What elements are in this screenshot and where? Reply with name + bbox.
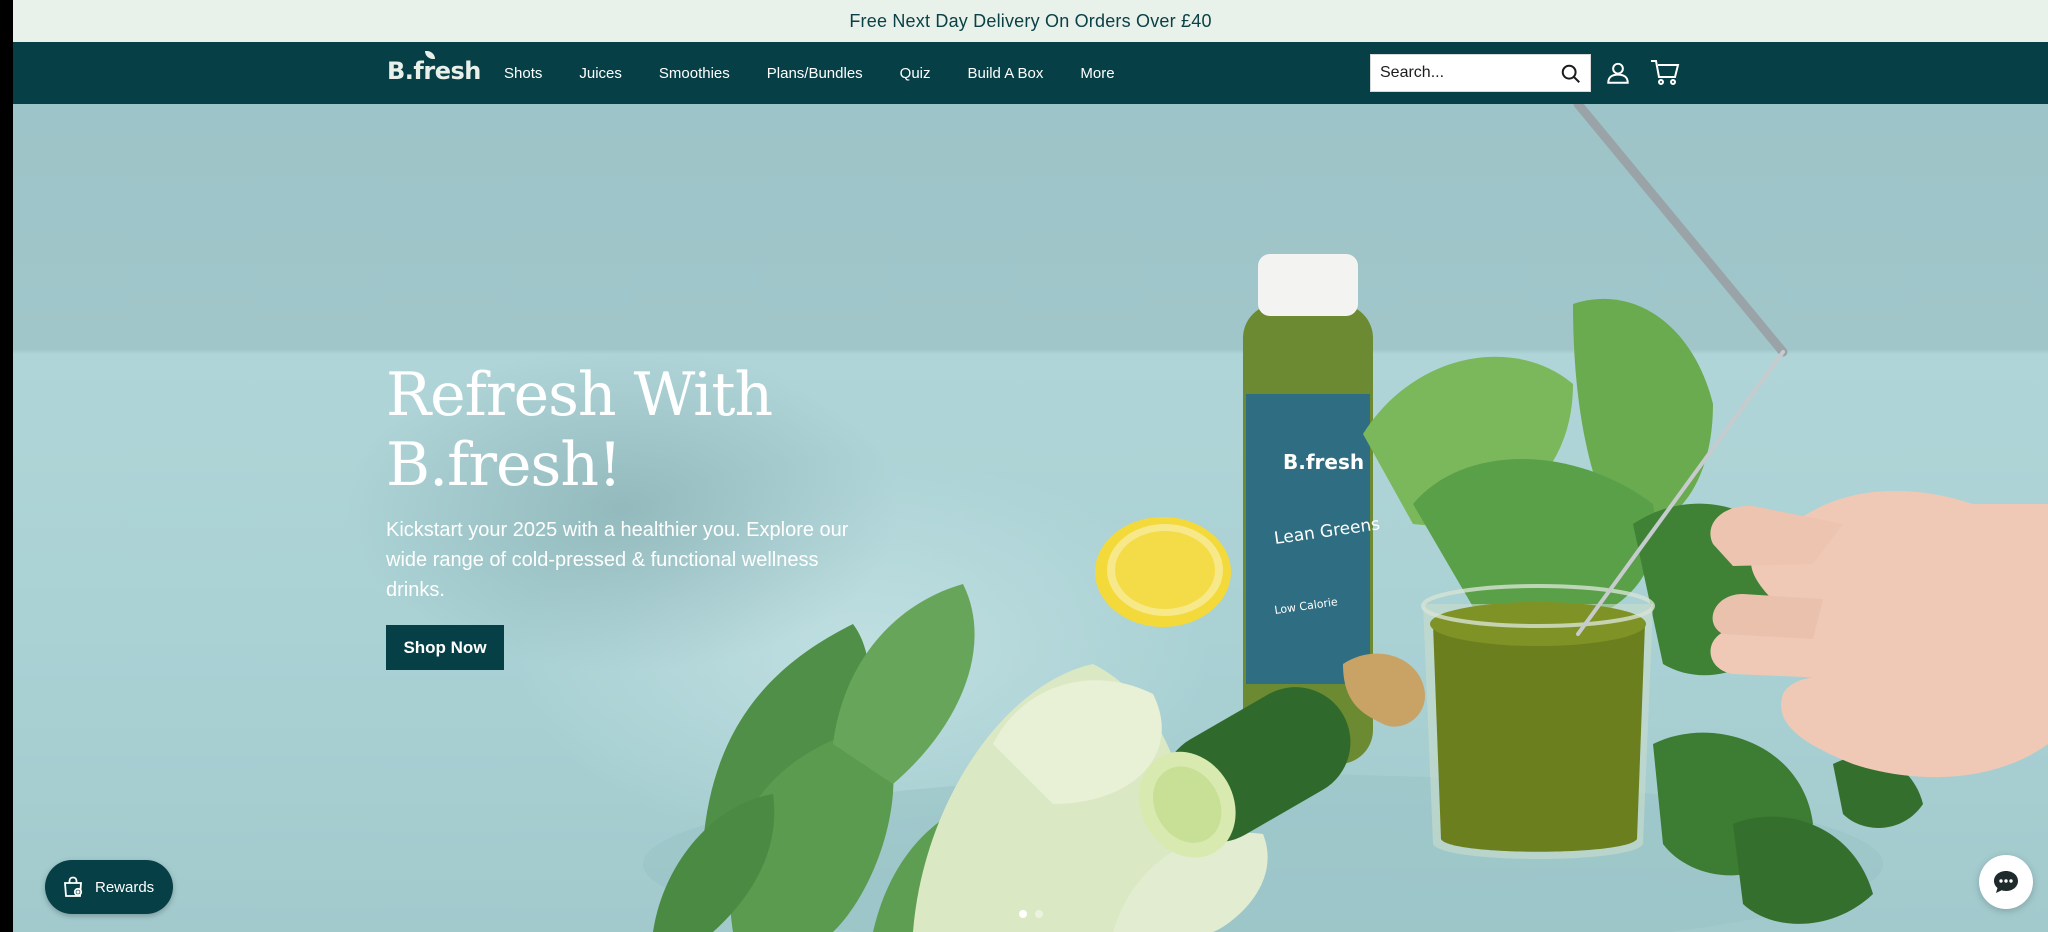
account-icon[interactable] <box>1605 60 1631 86</box>
hero-title: Refresh With B.fresh! <box>386 360 886 500</box>
hero-product-image: B.fresh Lean Greens Low Calorie <box>643 104 2048 932</box>
main-nav: Shots Juices Smoothies Plans/Bundles Qui… <box>504 42 1152 104</box>
nav-item-juices[interactable]: Juices <box>579 65 622 82</box>
rewards-label: Rewards <box>95 878 155 896</box>
chat-button[interactable] <box>1979 855 2033 909</box>
nav-item-build-a-box[interactable]: Build A Box <box>968 65 1044 82</box>
shopping-bag-icon <box>64 876 83 897</box>
hero-title-line1: Refresh With <box>386 360 773 430</box>
slide-indicators <box>1019 910 1043 918</box>
hero-banner: B.fresh Lean Greens Low Calorie Refresh … <box>13 104 2048 932</box>
hero-subtitle: Kickstart your 2025 with a healthier you… <box>386 519 849 601</box>
announcement-text: Free Next Day Delivery On Orders Over £4… <box>849 10 1212 31</box>
search-box <box>1370 54 1591 92</box>
nav-item-more[interactable]: More <box>1080 65 1114 82</box>
search-input[interactable] <box>1380 64 1550 82</box>
rewards-button[interactable]: Rewards <box>45 860 173 914</box>
site-header: B.fresh Shots Juices Smoothies Plans/Bun… <box>13 42 2048 104</box>
hero-title-line2: B.fresh! <box>386 430 622 500</box>
shop-now-button[interactable]: Shop Now <box>386 625 504 670</box>
logo[interactable]: B.fresh <box>387 51 481 85</box>
slide-dot-1[interactable] <box>1019 910 1027 918</box>
nav-item-shots[interactable]: Shots <box>504 65 542 82</box>
search-icon[interactable] <box>1560 63 1582 85</box>
nav-item-smoothies[interactable]: Smoothies <box>659 65 730 82</box>
cart-icon[interactable] <box>1650 58 1680 86</box>
nav-item-quiz[interactable]: Quiz <box>900 65 931 82</box>
page: Free Next Day Delivery On Orders Over £4… <box>13 0 2048 932</box>
bottle-brand: B.fresh <box>1283 450 1364 474</box>
logo-text: B.fresh <box>387 57 481 85</box>
nav-item-plans-bundles[interactable]: Plans/Bundles <box>767 65 863 82</box>
chat-icon <box>1994 871 2018 893</box>
slide-dot-2[interactable] <box>1035 910 1043 918</box>
announcement-bar: Free Next Day Delivery On Orders Over £4… <box>13 0 2048 42</box>
